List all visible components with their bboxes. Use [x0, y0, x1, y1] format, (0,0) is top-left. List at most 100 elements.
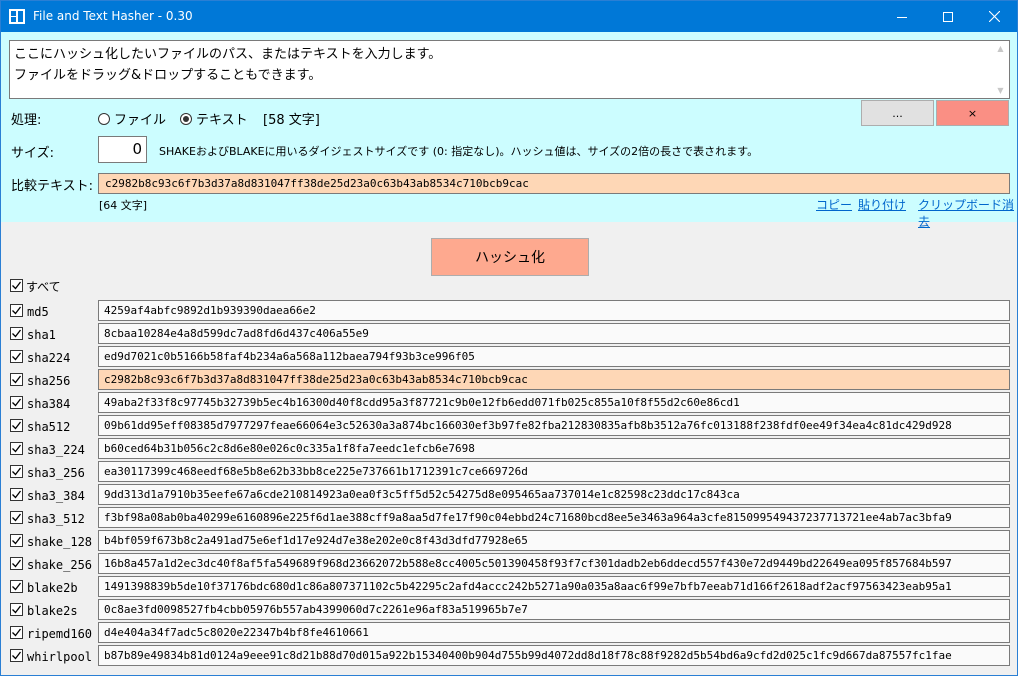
- size-label: サイズ:: [11, 146, 54, 161]
- radio-file-indicator: [98, 112, 110, 125]
- checkmark-icon: [12, 467, 22, 476]
- hash-checkbox-ripemd160[interactable]: [10, 626, 23, 639]
- hash-checkbox-whirlpool[interactable]: [10, 649, 23, 662]
- hash-value-sha3_224[interactable]: b60ced64b31b056c2c8d6e80e026c0c335a1f8fa…: [98, 438, 1010, 459]
- checkmark-icon: [12, 352, 22, 361]
- checkmark-icon: [12, 421, 22, 430]
- hash-value-sha3_256[interactable]: ea30117399c468eedf68e5b8e62b33bb8ce225e7…: [98, 461, 1010, 482]
- hash-checkbox-sha1[interactable]: [10, 327, 23, 340]
- checkmark-icon: [12, 329, 22, 338]
- hash-checkbox-blake2s[interactable]: [10, 603, 23, 616]
- minimize-icon: [897, 16, 907, 18]
- hash-label-sha3_256: sha3_256: [27, 466, 85, 480]
- hash-value-sha224[interactable]: ed9d7021c0b5166b58faf4b234a6a568a112baea…: [98, 346, 1010, 367]
- hash-checkbox-sha3_256[interactable]: [10, 465, 23, 478]
- input-char-count: [58 文字]: [263, 113, 320, 128]
- hash-checkbox-sha3_224[interactable]: [10, 442, 23, 455]
- hash-value-md5[interactable]: 4259af4abfc9892d1b939390daea66e2: [98, 300, 1010, 321]
- path-or-text-input[interactable]: ここにハッシュ化したいファイルのパス、またはテキストを入力します。 ファイルをド…: [9, 40, 1010, 99]
- hash-label-ripemd160: ripemd160: [27, 627, 93, 641]
- hash-checkbox-md5[interactable]: [10, 304, 23, 317]
- maximize-icon: [943, 11, 953, 22]
- hash-label-blake2s: blake2s: [27, 604, 78, 618]
- hash-label-md5: md5: [27, 305, 49, 319]
- hash-label-sha1: sha1: [27, 328, 56, 342]
- hash-checkbox-sha3_512[interactable]: [10, 511, 23, 524]
- size-description: SHAKEおよびBLAKEに用いるダイジェストサイズです (0: 指定なし)。ハ…: [159, 145, 759, 158]
- checkmark-icon: [12, 651, 22, 660]
- radio-file[interactable]: ファイル: [98, 109, 166, 128]
- hash-label-whirlpool: whirlpool: [27, 650, 93, 664]
- window-title: File and Text Hasher - 0.30: [33, 9, 193, 23]
- checkmark-icon: [12, 628, 22, 637]
- checkmark-icon: [12, 375, 22, 384]
- hash-value-ripemd160[interactable]: d4e404a34f7adc5c8020e22347b4bf8fe4610661: [98, 622, 1010, 643]
- hash-checkbox-sha3_384[interactable]: [10, 488, 23, 501]
- compare-label: 比較テキスト:: [11, 179, 93, 194]
- checkmark-icon: [12, 490, 22, 499]
- hash-label-sha3_384: sha3_384: [27, 489, 85, 503]
- compare-char-count: [64 文字]: [99, 199, 148, 212]
- app-icon: [9, 9, 25, 24]
- input-line-1: ここにハッシュ化したいファイルのパス、またはテキストを入力します。: [14, 47, 442, 62]
- select-all-checkbox[interactable]: [10, 279, 23, 292]
- scroll-up-icon[interactable]: ▲: [995, 43, 1006, 54]
- hash-label-sha224: sha224: [27, 351, 71, 365]
- compare-text-input[interactable]: c2982b8c93c6f7b3d37a8d831047ff38de25d23a…: [98, 173, 1010, 194]
- checkmark-icon: [12, 398, 22, 407]
- hash-checkbox-blake2b[interactable]: [10, 580, 23, 593]
- hash-value-sha3_512[interactable]: f3bf98a08ab0ba40299e6160896e225f6d1ae388…: [98, 507, 1010, 528]
- hash-checkbox-sha224[interactable]: [10, 350, 23, 363]
- input-line-2: ファイルをドラッグ&ドロップすることもできます。: [14, 68, 322, 83]
- radio-file-label: ファイル: [114, 113, 167, 128]
- hash-label-shake_256: shake_256: [27, 558, 93, 572]
- hash-value-sha512[interactable]: 09b61dd95eff08385d7977297feae66064e3c526…: [98, 415, 1010, 436]
- hash-checkbox-sha512[interactable]: [10, 419, 23, 432]
- hash-checkbox-shake_256[interactable]: [10, 557, 23, 570]
- hash-label-shake_128: shake_128: [27, 535, 93, 549]
- checkmark-icon: [12, 605, 22, 614]
- select-all-label: すべて: [26, 280, 61, 294]
- hash-checkbox-sha384[interactable]: [10, 396, 23, 409]
- size-input[interactable]: 0: [98, 136, 147, 163]
- copy-link[interactable]: コピー: [816, 196, 852, 213]
- minimize-button[interactable]: [879, 1, 925, 32]
- radio-text-label: テキスト: [196, 113, 248, 128]
- input-text-content: ここにハッシュ化したいファイルのパス、またはテキストを入力します。 ファイルをド…: [14, 44, 441, 86]
- checkmark-icon: [12, 306, 22, 315]
- input-scrollbar[interactable]: ▲ ▼: [992, 41, 1009, 98]
- radio-text[interactable]: テキスト: [180, 109, 248, 128]
- paste-link[interactable]: 貼り付け: [858, 196, 906, 213]
- hash-value-sha3_384[interactable]: 9dd313d1a7910b35eefe67a6cde210814923a0ea…: [98, 484, 1010, 505]
- checkmark-icon: [12, 536, 22, 545]
- radio-text-indicator: [180, 112, 192, 125]
- hash-label-blake2b: blake2b: [27, 581, 78, 595]
- browse-button[interactable]: ...: [861, 100, 934, 126]
- title-bar[interactable]: File and Text Hasher - 0.30: [1, 1, 1017, 32]
- app-window: File and Text Hasher - 0.30 ここにハッシュ化したいフ…: [0, 0, 1018, 676]
- hash-value-blake2s[interactable]: 0c8ae3fd0098527fb4cbb05976b557ab4399060d…: [98, 599, 1010, 620]
- close-button[interactable]: [971, 1, 1017, 32]
- hash-checkbox-sha256[interactable]: [10, 373, 23, 386]
- hash-button[interactable]: ハッシュ化: [431, 238, 589, 276]
- scroll-down-icon[interactable]: ▼: [995, 85, 1006, 96]
- hash-label-sha3_224: sha3_224: [27, 443, 85, 457]
- checkmark-icon: [12, 281, 22, 290]
- hash-value-sha384[interactable]: 49aba2f33f8c97745b32739b5ec4b16300d40f8c…: [98, 392, 1010, 413]
- checkmark-icon: [12, 582, 22, 591]
- hash-label-sha512: sha512: [27, 420, 71, 434]
- hash-value-whirlpool[interactable]: b87b89e49834b81d0124a9eee91c8d21b88d70d0…: [98, 645, 1010, 666]
- hash-label-sha3_512: sha3_512: [27, 512, 85, 526]
- maximize-button[interactable]: [925, 1, 971, 32]
- hash-value-sha256[interactable]: c2982b8c93c6f7b3d37a8d831047ff38de25d23a…: [98, 369, 1010, 390]
- process-label: 処理:: [11, 113, 42, 128]
- hash-value-sha1[interactable]: 8cbaa10284e4a8d599dc7ad8fd6d437c406a55e9: [98, 323, 1010, 344]
- hash-label-sha384: sha384: [27, 397, 71, 411]
- clear-clipboard-link[interactable]: クリップボード消去: [918, 196, 1017, 230]
- input-panel: ここにハッシュ化したいファイルのパス、またはテキストを入力します。 ファイルをド…: [1, 32, 1017, 229]
- hash-value-blake2b[interactable]: 1491398839b5de10f37176bdc680d1c86a807371…: [98, 576, 1010, 597]
- clear-button[interactable]: ×: [936, 100, 1009, 126]
- hash-checkbox-shake_128[interactable]: [10, 534, 23, 547]
- hash-value-shake_128[interactable]: b4bf059f673b8c2a491ad75e6ef1d17e924d7e38…: [98, 530, 1010, 551]
- hash-value-shake_256[interactable]: 16b8a457a1d2ec3dc40f8af5fa549689f968d236…: [98, 553, 1010, 574]
